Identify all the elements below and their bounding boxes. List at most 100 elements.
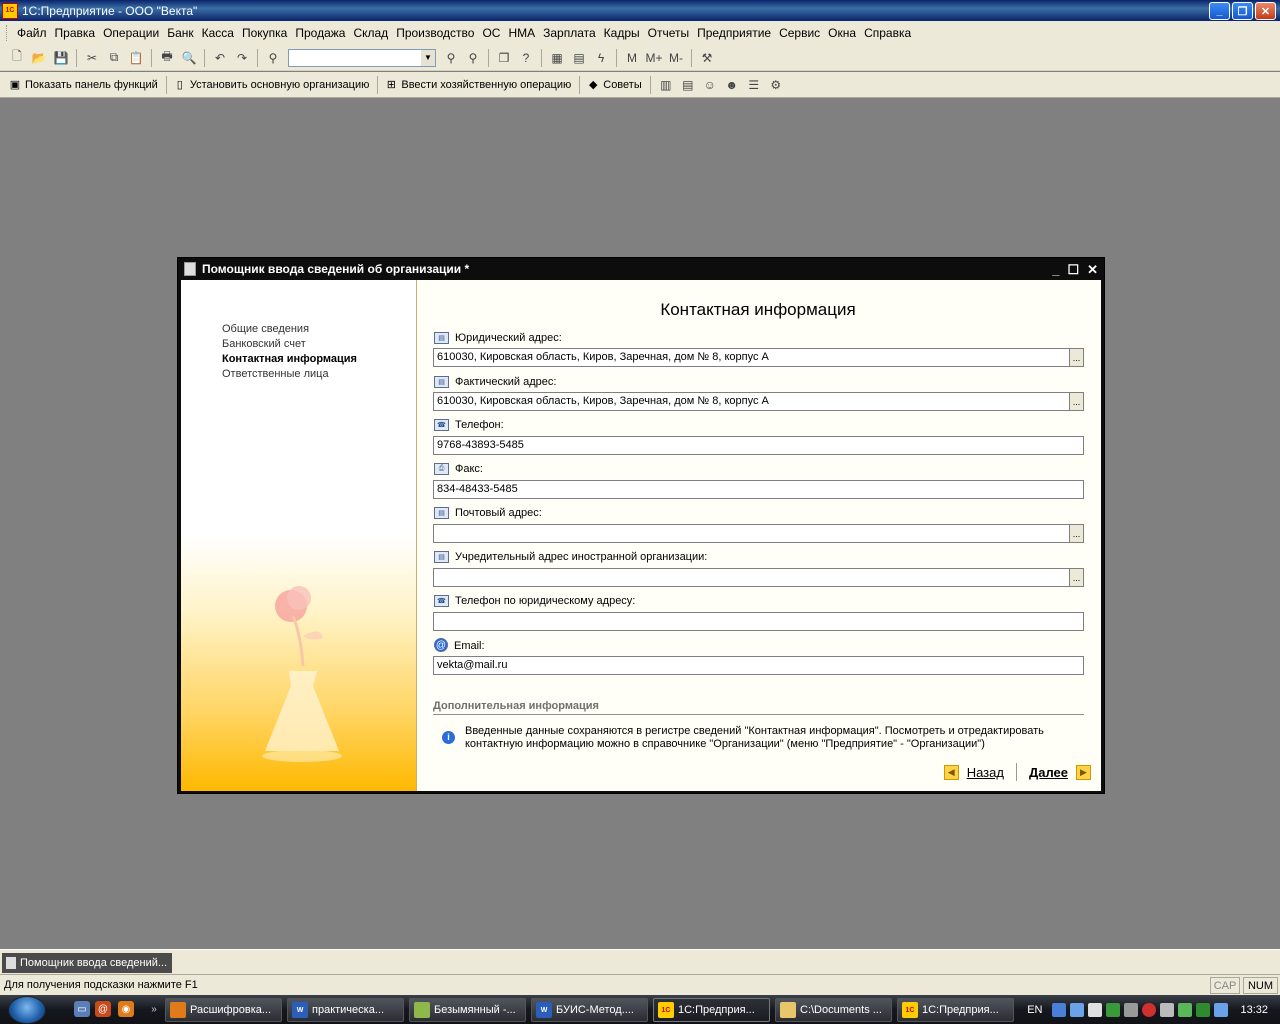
dialog-maximize-button[interactable]: ☐ (1067, 262, 1079, 278)
dialog-close-button[interactable]: ✕ (1087, 262, 1098, 278)
step-contact-info[interactable]: Контактная информация (222, 352, 357, 367)
menu-salary[interactable]: Зарплата (539, 26, 600, 40)
step-responsible[interactable]: Ответственные лица (222, 367, 357, 382)
menu-reports[interactable]: Отчеты (644, 26, 693, 40)
language-indicator[interactable]: EN (1027, 1004, 1042, 1016)
menu-production[interactable]: Производство (392, 26, 478, 40)
menu-enterprise[interactable]: Предприятие (693, 26, 775, 40)
sync-icon[interactable] (1124, 1002, 1139, 1017)
legal-phone-field[interactable] (433, 612, 1084, 631)
email-field[interactable]: vekta@mail.ru (433, 656, 1084, 675)
postal-address-field[interactable] (433, 524, 1070, 543)
show-panel-button[interactable]: ▣ Показать панель функций (6, 78, 162, 92)
find-prev-icon[interactable]: ⚲ (464, 49, 482, 67)
cut-icon[interactable]: ✂ (83, 49, 101, 67)
calendar-icon[interactable]: ▤ (570, 49, 588, 67)
find-next-icon[interactable]: ⚲ (442, 49, 460, 67)
search-combo[interactable]: ▼ (288, 48, 436, 67)
tools-icon[interactable]: ⚒ (698, 49, 716, 67)
new-document-icon[interactable]: 🗋 (8, 49, 26, 67)
dialog-minimize-button[interactable]: _ (1052, 262, 1059, 278)
more-icon[interactable]: » (146, 1001, 162, 1017)
find-icon[interactable]: ⚲ (264, 49, 282, 67)
taskbar-item-1c[interactable]: 1С 1С:Предприя... (897, 998, 1014, 1022)
window-icon[interactable]: ❐ (495, 49, 513, 67)
menu-operations[interactable]: Операции (99, 26, 163, 40)
save-icon[interactable]: 💾 (52, 49, 70, 67)
chevron-down-icon[interactable]: ▼ (421, 49, 435, 66)
org-icon[interactable]: ▥ (657, 76, 675, 94)
taskbar-item-1c-active[interactable]: 1С 1С:Предприя... (653, 998, 770, 1022)
phone-field[interactable]: 9768-43893-5485 (433, 436, 1084, 455)
fax-field[interactable]: 834-48433-5485 (433, 480, 1084, 499)
actual-address-field[interactable]: 610030, Кировская область, Киров, Заречн… (433, 392, 1070, 411)
menu-hr[interactable]: Кадры (600, 26, 644, 40)
taskbar-item-paint[interactable]: Безымянный -... (409, 998, 526, 1022)
postal-address-select-button[interactable]: ... (1069, 524, 1084, 543)
menu-sales[interactable]: Продажа (291, 26, 349, 40)
list-icon[interactable]: ☰ (745, 76, 763, 94)
undo-icon[interactable]: ↶ (211, 49, 229, 67)
legal-address-select-button[interactable]: ... (1069, 348, 1084, 367)
network-icon[interactable] (1052, 1002, 1067, 1017)
menu-service[interactable]: Сервис (775, 26, 824, 40)
firefox-icon[interactable]: ◉ (118, 1001, 134, 1017)
memory-minus-icon[interactable]: M- (667, 49, 685, 67)
download-icon[interactable] (1178, 1002, 1193, 1017)
menu-windows[interactable]: Окна (824, 26, 860, 40)
menu-cash[interactable]: Касса (198, 26, 238, 40)
security-icon[interactable] (1214, 1002, 1229, 1017)
menu-help[interactable]: Справка (860, 26, 915, 40)
calculator-icon[interactable]: ▦ (548, 49, 566, 67)
paste-icon[interactable]: 📋 (127, 49, 145, 67)
step-bank-account[interactable]: Банковский счет (222, 337, 357, 352)
founder-address-select-button[interactable]: ... (1069, 568, 1084, 587)
taskbar-item-explorer[interactable]: C:\Documents ... (775, 998, 892, 1022)
step-general[interactable]: Общие сведения (222, 322, 357, 337)
legal-address-field[interactable]: 610030, Кировская область, Киров, Заречн… (433, 348, 1070, 367)
menu-file[interactable]: Файл (13, 26, 51, 40)
memory-m-icon[interactable]: M (623, 49, 641, 67)
device-icon[interactable] (1088, 1002, 1103, 1017)
tips-button[interactable]: ◆ Советы (584, 78, 645, 92)
menu-warehouse[interactable]: Склад (349, 26, 392, 40)
memory-plus-icon[interactable]: M+ (645, 49, 663, 67)
back-arrow-icon[interactable]: ◀ (943, 764, 959, 780)
menu-purchase[interactable]: Покупка (238, 26, 291, 40)
play-icon[interactable] (1196, 1002, 1211, 1017)
show-desktop-icon[interactable]: ▭ (74, 1001, 90, 1017)
copy-icon[interactable]: ⧉ (105, 49, 123, 67)
mail-icon[interactable]: @ (95, 1001, 111, 1017)
start-button[interactable] (8, 996, 46, 1024)
enter-operation-button[interactable]: ⊞ Ввести хозяйственную операцию (382, 78, 575, 92)
print-icon[interactable]: 🖶 (158, 49, 176, 67)
menu-fixed-assets[interactable]: ОС (478, 26, 504, 40)
structure-icon[interactable]: ▤ (679, 76, 697, 94)
menu-intangibles[interactable]: НМА (504, 26, 539, 40)
users-icon[interactable]: ☺ (701, 76, 719, 94)
help-icon[interactable]: ? (517, 49, 535, 67)
people-icon[interactable]: ☻ (723, 76, 741, 94)
opera-icon[interactable] (1142, 1002, 1157, 1017)
close-button[interactable]: ✕ (1255, 2, 1276, 20)
minimize-button[interactable]: _ (1209, 2, 1230, 20)
actual-address-select-button[interactable]: ... (1069, 392, 1084, 411)
next-button[interactable]: Далее (1029, 765, 1068, 780)
volume-icon[interactable] (1160, 1002, 1175, 1017)
menu-edit[interactable]: Правка (51, 26, 100, 40)
taskbar-item-firefox[interactable]: Расшифровка... (165, 998, 282, 1022)
display-icon[interactable] (1070, 1002, 1085, 1017)
window-tab-wizard[interactable]: Помощник ввода сведений... (2, 953, 172, 973)
taskbar-item-word[interactable]: Wпрактическа... (287, 998, 404, 1022)
set-org-button[interactable]: ▯ Установить основную организацию (171, 78, 374, 92)
next-arrow-icon[interactable]: ▶ (1076, 764, 1091, 780)
back-button[interactable]: Назад (967, 765, 1004, 780)
taskbar-item-word2[interactable]: W БУИС-Метод.... (531, 998, 648, 1022)
redo-icon[interactable]: ↷ (233, 49, 251, 67)
restore-button[interactable]: ❐ (1232, 2, 1253, 20)
lightning-icon[interactable]: ϟ (592, 49, 610, 67)
founder-address-field[interactable] (433, 568, 1070, 587)
menu-bank[interactable]: Банк (163, 26, 197, 40)
preview-icon[interactable]: 🔍 (180, 49, 198, 67)
open-icon[interactable]: 📂 (30, 49, 48, 67)
